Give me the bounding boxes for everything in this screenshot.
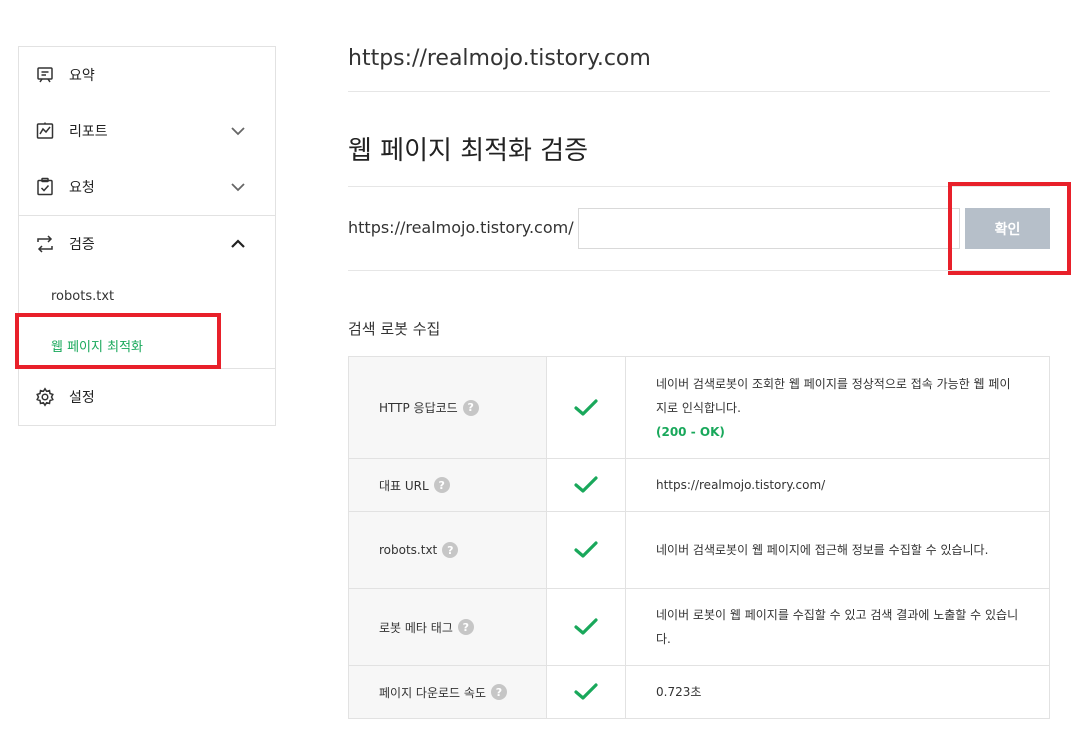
confirm-button[interactable]: 확인 — [965, 208, 1050, 249]
sidebar-item-verify[interactable]: 검증 — [19, 216, 275, 272]
request-icon — [37, 177, 53, 196]
header-divider — [348, 91, 1050, 92]
sidebar: 요약 리포트 요청 검증 robots.txt 웹 페이지 최적화 설정 — [18, 46, 276, 426]
sidebar-item-label: 리포트 — [69, 124, 108, 140]
table-row: 페이지 다운로드 속도 ? 0.723초 — [349, 665, 1049, 718]
results-table: HTTP 응답코드 ? 네이버 검색로봇이 조회한 웹 페이지를 정상적으로 접… — [348, 356, 1050, 719]
row-description-text: 0.723초 — [656, 685, 702, 699]
help-icon[interactable]: ? — [491, 684, 507, 700]
row-label: 페이지 다운로드 속도 ? — [349, 666, 546, 718]
sidebar-item-report[interactable]: 리포트 — [19, 103, 275, 159]
sidebar-item-summary[interactable]: 요약 — [19, 47, 275, 103]
verify-icon — [37, 235, 53, 253]
sidebar-item-label: 요약 — [69, 68, 95, 84]
page-title: 웹 페이지 최적화 검증 — [348, 136, 589, 166]
row-check — [546, 357, 625, 458]
row-description: 네이버 로봇이 웹 페이지를 수집할 수 있고 검색 결과에 노출할 수 있습니… — [625, 589, 1049, 665]
row-check — [546, 666, 625, 718]
sidebar-item-settings[interactable]: 설정 — [19, 369, 275, 425]
row-label: robots.txt ? — [349, 512, 546, 588]
input-divider — [348, 270, 1050, 271]
row-label: 대표 URL ? — [349, 459, 546, 511]
row-description-text: 네이버 검색로봇이 웹 페이지에 접근해 정보를 수집할 수 있습니다. — [656, 543, 989, 557]
sidebar-item-label: 설정 — [69, 390, 95, 406]
row-label-text: 로봇 메타 태그 — [379, 620, 453, 635]
check-icon — [574, 541, 598, 558]
row-label-text: HTTP 응답코드 — [379, 401, 458, 415]
help-icon[interactable]: ? — [433, 477, 450, 493]
section-title: 검색 로봇 수집 — [348, 320, 441, 338]
row-description-text: 네이버 로봇이 웹 페이지를 수집할 수 있고 검색 결과에 노출할 수 있습니… — [656, 608, 1019, 646]
row-label: 로봇 메타 태그 ? — [349, 589, 546, 665]
help-icon[interactable]: ? — [462, 399, 479, 416]
table-row: HTTP 응답코드 ? 네이버 검색로봇이 조회한 웹 페이지를 정상적으로 접… — [349, 357, 1049, 458]
url-path-input[interactable] — [578, 208, 960, 249]
check-icon — [574, 618, 598, 635]
check-icon — [574, 476, 598, 493]
check-icon — [574, 398, 598, 416]
row-check — [546, 512, 625, 588]
table-row: 로봇 메타 태그 ? 네이버 로봇이 웹 페이지를 수집할 수 있고 검색 결과… — [349, 588, 1049, 665]
settings-icon — [36, 387, 54, 407]
sidebar-item-request[interactable]: 요청 — [19, 159, 275, 215]
sidebar-subitem-robots[interactable]: robots.txt — [51, 289, 114, 304]
row-label-text: 페이지 다운로드 속도 — [379, 685, 486, 700]
status-code: (200 - OK) — [656, 424, 725, 439]
row-description: https://realmojo.tistory.com/ — [625, 459, 1049, 511]
row-label-text: 대표 URL — [379, 478, 429, 493]
row-description: 네이버 검색로봇이 웹 페이지에 접근해 정보를 수집할 수 있습니다. — [625, 512, 1049, 588]
title-divider — [348, 186, 1050, 187]
sidebar-subitem-web-optimization[interactable]: 웹 페이지 최적화 — [51, 336, 143, 355]
table-row: robots.txt ? 네이버 검색로봇이 웹 페이지에 접근해 정보를 수집… — [349, 511, 1049, 588]
row-check — [546, 459, 625, 511]
url-prefix: https://realmojo.tistory.com/ — [348, 218, 574, 237]
row-description-text: https://realmojo.tistory.com/ — [656, 478, 826, 492]
row-label: HTTP 응답코드 ? — [349, 357, 546, 458]
sidebar-item-label: 요청 — [69, 180, 95, 196]
help-icon[interactable]: ? — [457, 619, 474, 635]
help-icon[interactable]: ? — [442, 542, 459, 558]
report-icon — [36, 122, 54, 139]
chevron-up-icon[interactable] — [229, 235, 247, 253]
row-label-text: robots.txt — [379, 543, 438, 557]
site-url-heading: https://realmojo.tistory.com — [348, 46, 651, 71]
row-description-text: 네이버 검색로봇이 조회한 웹 페이지를 정상적으로 접속 가능한 웹 페이지로… — [656, 376, 1011, 415]
row-check — [546, 589, 625, 665]
chevron-down-icon[interactable] — [229, 122, 247, 140]
table-row: 대표 URL ? https://realmojo.tistory.com/ — [349, 458, 1049, 511]
sidebar-item-label: 검증 — [69, 237, 95, 253]
row-description: 0.723초 — [625, 666, 1049, 718]
check-icon — [574, 683, 598, 700]
chevron-down-icon[interactable] — [229, 178, 247, 196]
row-description: 네이버 검색로봇이 조회한 웹 페이지를 정상적으로 접속 가능한 웹 페이지로… — [625, 357, 1049, 458]
summary-icon — [37, 67, 53, 83]
